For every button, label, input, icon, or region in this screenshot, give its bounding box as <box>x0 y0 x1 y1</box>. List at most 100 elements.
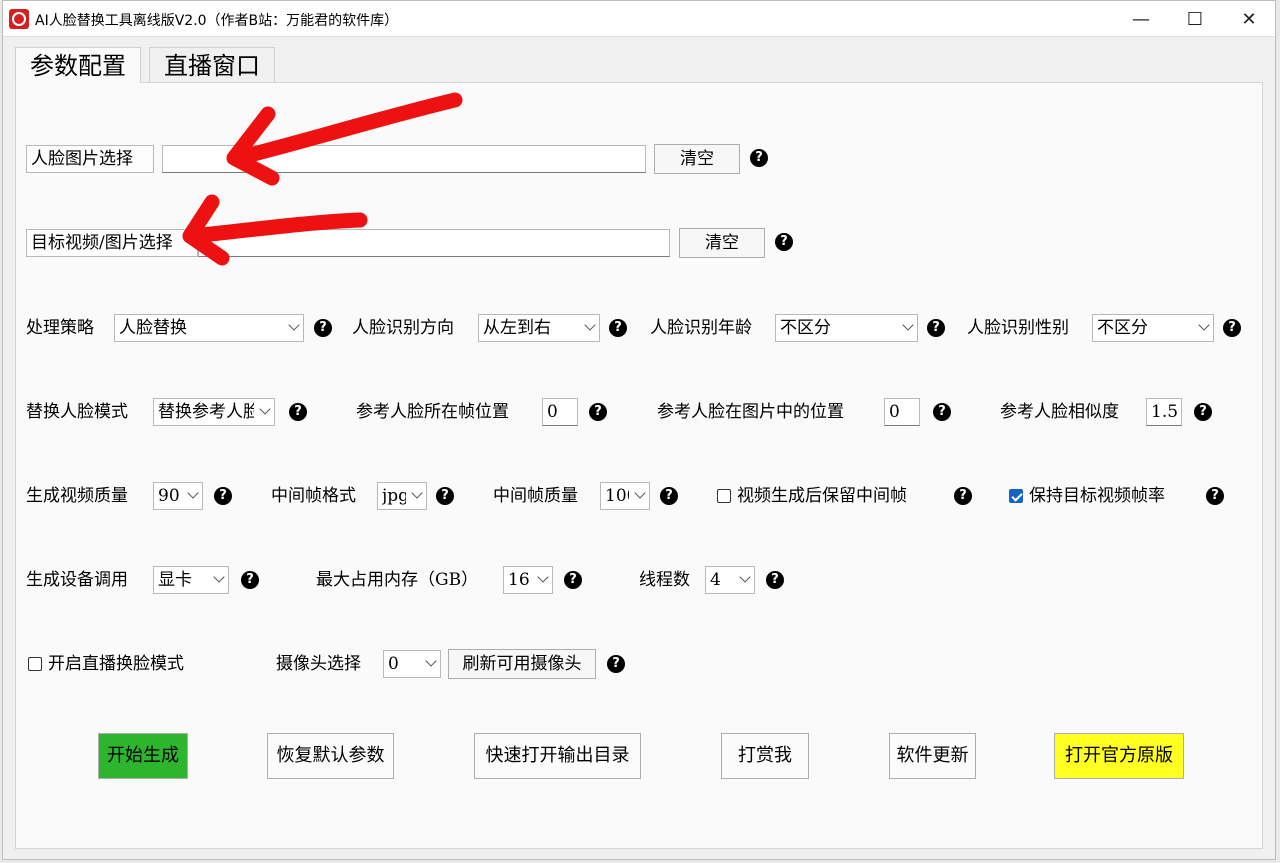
video-quality-select-value: 90 <box>158 486 180 506</box>
chevron-down-icon <box>1198 319 1210 331</box>
frame-quality-label: 中间帧质量 <box>493 486 578 506</box>
keep-fps-help-icon[interactable]: ? <box>1206 487 1224 505</box>
memory-label: 最大占用内存（GB） <box>316 570 479 590</box>
tab-live-window[interactable]: 直播窗口 <box>149 47 275 83</box>
chevron-down-icon <box>902 319 914 331</box>
video-quality-label: 生成视频质量 <box>26 486 128 506</box>
maximize-button[interactable]: ☐ <box>1167 1 1223 37</box>
live-mode-checkbox[interactable] <box>28 657 42 671</box>
camera-select-value: 0 <box>388 654 399 674</box>
age-select-value: 不区分 <box>780 318 831 338</box>
replace-mode-select[interactable]: 替换参考人脸 <box>153 398 275 426</box>
params-panel: 人脸图片选择 清空 ? 目标视频/图片选择 清空 ? 处理策略 人脸替换 ? 人… <box>15 82 1263 849</box>
chevron-down-icon <box>213 571 225 583</box>
direction-label: 人脸识别方向 <box>352 318 454 338</box>
frame-format-select[interactable]: jpg <box>377 482 427 510</box>
gender-select[interactable]: 不区分 <box>1092 314 1214 342</box>
memory-help-icon[interactable]: ? <box>564 571 582 589</box>
tip-me-button[interactable]: 打赏我 <box>721 733 809 779</box>
frame-quality-help-icon[interactable]: ? <box>660 487 678 505</box>
chevron-down-icon <box>425 655 437 667</box>
gender-label: 人脸识别性别 <box>967 318 1069 338</box>
reference-image-pos-help-icon[interactable]: ? <box>933 403 951 421</box>
frame-quality-select[interactable]: 100 <box>600 482 650 510</box>
reference-image-pos-input[interactable]: 0 <box>884 398 920 426</box>
camera-label: 摄像头选择 <box>276 654 361 674</box>
memory-select[interactable]: 16 <box>503 566 553 594</box>
reference-image-pos-label: 参考人脸在图片中的位置 <box>657 402 844 422</box>
window-title: AI人脸替换工具离线版V2.0（作者B站：万能君的软件库） <box>35 13 399 29</box>
replace-mode-select-value: 替换参考人脸 <box>158 402 254 422</box>
chevron-down-icon <box>259 403 271 415</box>
camera-help-icon[interactable]: ? <box>607 655 625 673</box>
similarity-input[interactable]: 1.5 <box>1146 398 1182 426</box>
start-generate-button[interactable]: 开始生成 <box>98 733 188 779</box>
tab-params[interactable]: 参数配置 <box>15 47 141 83</box>
software-update-button[interactable]: 软件更新 <box>889 733 976 779</box>
keep-frames-help-icon[interactable]: ? <box>954 487 972 505</box>
close-button[interactable]: ✕ <box>1221 1 1277 37</box>
frame-format-select-value: jpg <box>382 486 406 506</box>
keep-fps-label: 保持目标视频帧率 <box>1029 486 1165 506</box>
direction-select[interactable]: 从左到右 <box>478 314 600 342</box>
open-output-dir-button[interactable]: 快速打开输出目录 <box>474 733 641 779</box>
chevron-down-icon <box>411 487 423 499</box>
chevron-down-icon <box>187 487 199 499</box>
strategy-label: 处理策略 <box>26 318 94 338</box>
app-logo-icon <box>9 9 29 29</box>
frame-quality-select-value: 100 <box>605 486 629 506</box>
target-media-select-button[interactable]: 目标视频/图片选择 <box>26 229 198 257</box>
chevron-down-icon <box>537 571 549 583</box>
device-help-icon[interactable]: ? <box>241 571 259 589</box>
face-image-path-field[interactable] <box>162 145 646 173</box>
camera-select[interactable]: 0 <box>383 650 441 678</box>
direction-help-icon[interactable]: ? <box>609 319 627 337</box>
app-window: AI人脸替换工具离线版V2.0（作者B站：万能君的软件库） — ☐ ✕ 参数配置… <box>2 0 1276 860</box>
target-media-clear-button[interactable]: 清空 <box>679 228 765 258</box>
face-image-clear-button[interactable]: 清空 <box>654 144 740 174</box>
reference-frame-input[interactable]: 0 <box>542 398 578 426</box>
title-bar: AI人脸替换工具离线版V2.0（作者B站：万能君的软件库） — ☐ ✕ <box>3 1 1275 37</box>
chevron-down-icon <box>288 319 300 331</box>
face-image-select-button[interactable]: 人脸图片选择 <box>26 145 154 173</box>
target-media-path-field[interactable] <box>198 229 670 257</box>
strategy-help-icon[interactable]: ? <box>314 319 332 337</box>
reference-frame-help-icon[interactable]: ? <box>589 403 607 421</box>
threads-help-icon[interactable]: ? <box>766 571 784 589</box>
threads-label: 线程数 <box>639 570 690 590</box>
frame-format-help-icon[interactable]: ? <box>436 487 454 505</box>
keep-frames-label: 视频生成后保留中间帧 <box>737 486 907 506</box>
similarity-label: 参考人脸相似度 <box>1000 402 1119 422</box>
threads-select-value: 4 <box>710 570 721 590</box>
chevron-down-icon <box>634 487 646 499</box>
gender-select-value: 不区分 <box>1097 318 1148 338</box>
frame-format-label: 中间帧格式 <box>271 486 356 506</box>
chevron-down-icon <box>739 571 751 583</box>
chevron-down-icon <box>584 319 596 331</box>
replace-mode-help-icon[interactable]: ? <box>289 403 307 421</box>
device-select-value: 显卡 <box>158 570 192 590</box>
refresh-camera-button[interactable]: 刷新可用摄像头 <box>448 649 596 679</box>
minimize-button[interactable]: — <box>1113 1 1169 37</box>
age-select[interactable]: 不区分 <box>775 314 918 342</box>
strategy-select[interactable]: 人脸替换 <box>114 314 304 342</box>
threads-select[interactable]: 4 <box>705 566 755 594</box>
memory-select-value: 16 <box>508 570 530 590</box>
keep-frames-checkbox[interactable] <box>717 489 731 503</box>
replace-mode-label: 替换人脸模式 <box>26 402 128 422</box>
device-label: 生成设备调用 <box>26 570 128 590</box>
strategy-select-value: 人脸替换 <box>119 318 187 338</box>
similarity-help-icon[interactable]: ? <box>1194 403 1212 421</box>
device-select[interactable]: 显卡 <box>153 566 229 594</box>
age-help-icon[interactable]: ? <box>927 319 945 337</box>
face-image-help-icon[interactable]: ? <box>750 149 768 167</box>
video-quality-select[interactable]: 90 <box>153 482 203 510</box>
gender-help-icon[interactable]: ? <box>1223 319 1241 337</box>
direction-select-value: 从左到右 <box>483 318 551 338</box>
keep-fps-checkbox[interactable] <box>1009 489 1023 503</box>
reset-defaults-button[interactable]: 恢复默认参数 <box>267 733 394 779</box>
age-label: 人脸识别年龄 <box>650 318 752 338</box>
open-official-button[interactable]: 打开官方原版 <box>1054 733 1184 779</box>
target-media-help-icon[interactable]: ? <box>775 233 793 251</box>
video-quality-help-icon[interactable]: ? <box>214 487 232 505</box>
